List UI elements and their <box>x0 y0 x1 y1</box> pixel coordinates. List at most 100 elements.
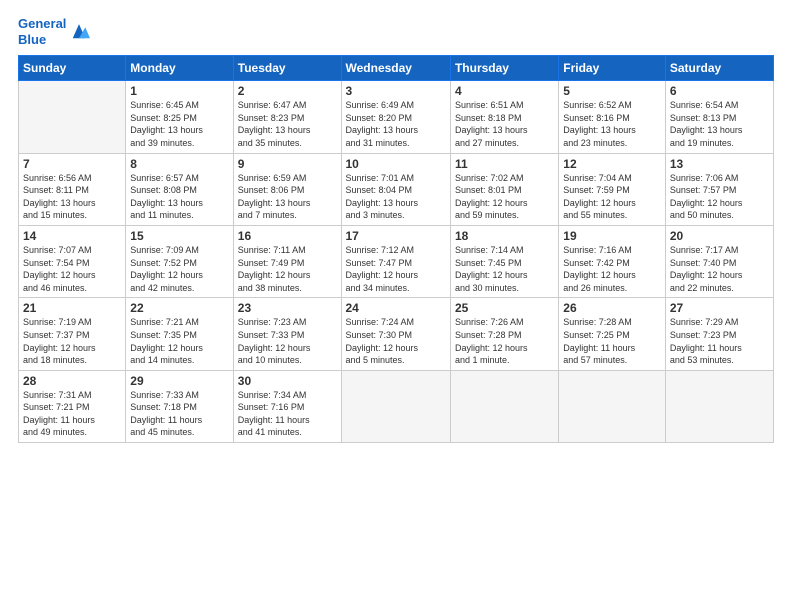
calendar-header-row: SundayMondayTuesdayWednesdayThursdayFrid… <box>19 56 774 81</box>
day-cell: 4Sunrise: 6:51 AM Sunset: 8:18 PM Daylig… <box>450 81 558 153</box>
day-info: Sunrise: 7:16 AM Sunset: 7:42 PM Dayligh… <box>563 244 661 294</box>
col-header-tuesday: Tuesday <box>233 56 341 81</box>
col-header-friday: Friday <box>559 56 666 81</box>
day-info: Sunrise: 6:56 AM Sunset: 8:11 PM Dayligh… <box>23 172 121 222</box>
day-info: Sunrise: 7:12 AM Sunset: 7:47 PM Dayligh… <box>346 244 446 294</box>
calendar: SundayMondayTuesdayWednesdayThursdayFrid… <box>18 55 774 443</box>
day-number: 20 <box>670 229 769 243</box>
day-number: 4 <box>455 84 554 98</box>
day-cell: 28Sunrise: 7:31 AM Sunset: 7:21 PM Dayli… <box>19 370 126 442</box>
day-number: 2 <box>238 84 337 98</box>
day-cell: 13Sunrise: 7:06 AM Sunset: 7:57 PM Dayli… <box>665 153 773 225</box>
day-cell: 21Sunrise: 7:19 AM Sunset: 7:37 PM Dayli… <box>19 298 126 370</box>
day-cell: 7Sunrise: 6:56 AM Sunset: 8:11 PM Daylig… <box>19 153 126 225</box>
day-info: Sunrise: 7:06 AM Sunset: 7:57 PM Dayligh… <box>670 172 769 222</box>
day-info: Sunrise: 7:07 AM Sunset: 7:54 PM Dayligh… <box>23 244 121 294</box>
day-cell: 27Sunrise: 7:29 AM Sunset: 7:23 PM Dayli… <box>665 298 773 370</box>
logo-icon <box>68 21 90 43</box>
day-number: 17 <box>346 229 446 243</box>
week-row-3: 14Sunrise: 7:07 AM Sunset: 7:54 PM Dayli… <box>19 225 774 297</box>
day-info: Sunrise: 7:21 AM Sunset: 7:35 PM Dayligh… <box>130 316 228 366</box>
day-number: 30 <box>238 374 337 388</box>
day-cell: 26Sunrise: 7:28 AM Sunset: 7:25 PM Dayli… <box>559 298 666 370</box>
day-cell: 14Sunrise: 7:07 AM Sunset: 7:54 PM Dayli… <box>19 225 126 297</box>
day-info: Sunrise: 7:14 AM Sunset: 7:45 PM Dayligh… <box>455 244 554 294</box>
col-header-thursday: Thursday <box>450 56 558 81</box>
day-info: Sunrise: 6:49 AM Sunset: 8:20 PM Dayligh… <box>346 99 446 149</box>
day-cell: 24Sunrise: 7:24 AM Sunset: 7:30 PM Dayli… <box>341 298 450 370</box>
week-row-2: 7Sunrise: 6:56 AM Sunset: 8:11 PM Daylig… <box>19 153 774 225</box>
day-number: 25 <box>455 301 554 315</box>
col-header-wednesday: Wednesday <box>341 56 450 81</box>
day-number: 7 <box>23 157 121 171</box>
day-info: Sunrise: 7:01 AM Sunset: 8:04 PM Dayligh… <box>346 172 446 222</box>
day-cell: 9Sunrise: 6:59 AM Sunset: 8:06 PM Daylig… <box>233 153 341 225</box>
day-info: Sunrise: 7:09 AM Sunset: 7:52 PM Dayligh… <box>130 244 228 294</box>
day-cell: 11Sunrise: 7:02 AM Sunset: 8:01 PM Dayli… <box>450 153 558 225</box>
day-number: 24 <box>346 301 446 315</box>
day-cell: 18Sunrise: 7:14 AM Sunset: 7:45 PM Dayli… <box>450 225 558 297</box>
day-number: 19 <box>563 229 661 243</box>
day-info: Sunrise: 7:26 AM Sunset: 7:28 PM Dayligh… <box>455 316 554 366</box>
day-number: 11 <box>455 157 554 171</box>
day-number: 29 <box>130 374 228 388</box>
day-cell: 20Sunrise: 7:17 AM Sunset: 7:40 PM Dayli… <box>665 225 773 297</box>
day-number: 26 <box>563 301 661 315</box>
day-cell: 15Sunrise: 7:09 AM Sunset: 7:52 PM Dayli… <box>126 225 233 297</box>
day-number: 21 <box>23 301 121 315</box>
logo: General Blue <box>18 16 90 47</box>
logo-text2: Blue <box>18 32 66 48</box>
day-number: 12 <box>563 157 661 171</box>
day-info: Sunrise: 7:19 AM Sunset: 7:37 PM Dayligh… <box>23 316 121 366</box>
day-number: 8 <box>130 157 228 171</box>
day-cell <box>450 370 558 442</box>
col-header-saturday: Saturday <box>665 56 773 81</box>
day-cell: 16Sunrise: 7:11 AM Sunset: 7:49 PM Dayli… <box>233 225 341 297</box>
day-number: 10 <box>346 157 446 171</box>
day-number: 23 <box>238 301 337 315</box>
day-number: 16 <box>238 229 337 243</box>
day-info: Sunrise: 7:34 AM Sunset: 7:16 PM Dayligh… <box>238 389 337 439</box>
day-number: 1 <box>130 84 228 98</box>
day-info: Sunrise: 7:29 AM Sunset: 7:23 PM Dayligh… <box>670 316 769 366</box>
day-cell: 30Sunrise: 7:34 AM Sunset: 7:16 PM Dayli… <box>233 370 341 442</box>
day-info: Sunrise: 7:33 AM Sunset: 7:18 PM Dayligh… <box>130 389 228 439</box>
day-cell <box>341 370 450 442</box>
day-info: Sunrise: 7:24 AM Sunset: 7:30 PM Dayligh… <box>346 316 446 366</box>
day-cell: 23Sunrise: 7:23 AM Sunset: 7:33 PM Dayli… <box>233 298 341 370</box>
day-cell <box>559 370 666 442</box>
day-info: Sunrise: 7:17 AM Sunset: 7:40 PM Dayligh… <box>670 244 769 294</box>
day-cell: 25Sunrise: 7:26 AM Sunset: 7:28 PM Dayli… <box>450 298 558 370</box>
day-info: Sunrise: 7:02 AM Sunset: 8:01 PM Dayligh… <box>455 172 554 222</box>
day-number: 9 <box>238 157 337 171</box>
day-cell: 1Sunrise: 6:45 AM Sunset: 8:25 PM Daylig… <box>126 81 233 153</box>
day-number: 13 <box>670 157 769 171</box>
day-info: Sunrise: 7:23 AM Sunset: 7:33 PM Dayligh… <box>238 316 337 366</box>
day-number: 15 <box>130 229 228 243</box>
week-row-5: 28Sunrise: 7:31 AM Sunset: 7:21 PM Dayli… <box>19 370 774 442</box>
day-info: Sunrise: 6:47 AM Sunset: 8:23 PM Dayligh… <box>238 99 337 149</box>
col-header-sunday: Sunday <box>19 56 126 81</box>
day-info: Sunrise: 6:51 AM Sunset: 8:18 PM Dayligh… <box>455 99 554 149</box>
day-number: 3 <box>346 84 446 98</box>
col-header-monday: Monday <box>126 56 233 81</box>
day-number: 18 <box>455 229 554 243</box>
day-cell: 2Sunrise: 6:47 AM Sunset: 8:23 PM Daylig… <box>233 81 341 153</box>
day-cell: 6Sunrise: 6:54 AM Sunset: 8:13 PM Daylig… <box>665 81 773 153</box>
day-cell: 17Sunrise: 7:12 AM Sunset: 7:47 PM Dayli… <box>341 225 450 297</box>
day-info: Sunrise: 6:52 AM Sunset: 8:16 PM Dayligh… <box>563 99 661 149</box>
day-number: 28 <box>23 374 121 388</box>
day-info: Sunrise: 6:59 AM Sunset: 8:06 PM Dayligh… <box>238 172 337 222</box>
day-info: Sunrise: 6:54 AM Sunset: 8:13 PM Dayligh… <box>670 99 769 149</box>
week-row-1: 1Sunrise: 6:45 AM Sunset: 8:25 PM Daylig… <box>19 81 774 153</box>
day-info: Sunrise: 6:45 AM Sunset: 8:25 PM Dayligh… <box>130 99 228 149</box>
day-cell: 19Sunrise: 7:16 AM Sunset: 7:42 PM Dayli… <box>559 225 666 297</box>
day-number: 27 <box>670 301 769 315</box>
logo-text: General <box>18 16 66 32</box>
day-info: Sunrise: 7:11 AM Sunset: 7:49 PM Dayligh… <box>238 244 337 294</box>
day-cell: 5Sunrise: 6:52 AM Sunset: 8:16 PM Daylig… <box>559 81 666 153</box>
day-cell: 29Sunrise: 7:33 AM Sunset: 7:18 PM Dayli… <box>126 370 233 442</box>
day-number: 5 <box>563 84 661 98</box>
day-cell <box>665 370 773 442</box>
day-cell: 8Sunrise: 6:57 AM Sunset: 8:08 PM Daylig… <box>126 153 233 225</box>
